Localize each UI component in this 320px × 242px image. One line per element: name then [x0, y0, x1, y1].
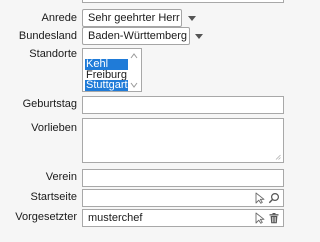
- magnifier-icon[interactable]: [268, 192, 280, 204]
- anrede-select-value: Sehr geehrter Herr: [88, 12, 180, 24]
- cursor-arrow-icon[interactable]: [254, 192, 266, 204]
- bundesland-label: Bundesland: [18, 30, 77, 42]
- standorte-listbox[interactable]: Kehl Freiburg Stuttgart: [82, 48, 142, 92]
- cursor-arrow-icon[interactable]: [254, 212, 266, 224]
- vorlieben-label: Vorlieben: [31, 122, 77, 134]
- geburtstag-input[interactable]: [82, 96, 284, 114]
- startseite-input[interactable]: [82, 189, 284, 207]
- vorgesetzter-label: Vorgesetzter: [15, 211, 77, 223]
- vorgesetzter-input[interactable]: musterchef: [82, 209, 284, 227]
- standorte-label: Standorte: [29, 48, 77, 60]
- previous-field-edge: [82, 0, 284, 3]
- caret-down-icon: [187, 16, 196, 21]
- scroll-up-icon[interactable]: [129, 52, 139, 60]
- geburtstag-label: Geburtstag: [22, 98, 77, 110]
- startseite-label: Startseite: [30, 191, 77, 203]
- resize-grip-icon[interactable]: [275, 154, 281, 160]
- standorte-option-stuttgart[interactable]: Stuttgart: [85, 80, 128, 91]
- vorlieben-textarea[interactable]: [82, 118, 284, 163]
- scroll-down-icon[interactable]: [129, 81, 139, 89]
- anrede-label: Anrede: [41, 12, 77, 24]
- vorgesetzter-input-value: musterchef: [88, 212, 143, 224]
- anrede-select[interactable]: Sehr geehrter Herr: [82, 9, 196, 27]
- verein-label: Verein: [45, 171, 77, 183]
- verein-input[interactable]: [82, 169, 284, 187]
- caret-down-icon: [195, 34, 204, 39]
- bundesland-select[interactable]: Baden-Württemberg: [82, 27, 204, 45]
- trash-icon[interactable]: [268, 212, 280, 224]
- bundesland-select-value: Baden-Württemberg: [88, 30, 188, 42]
